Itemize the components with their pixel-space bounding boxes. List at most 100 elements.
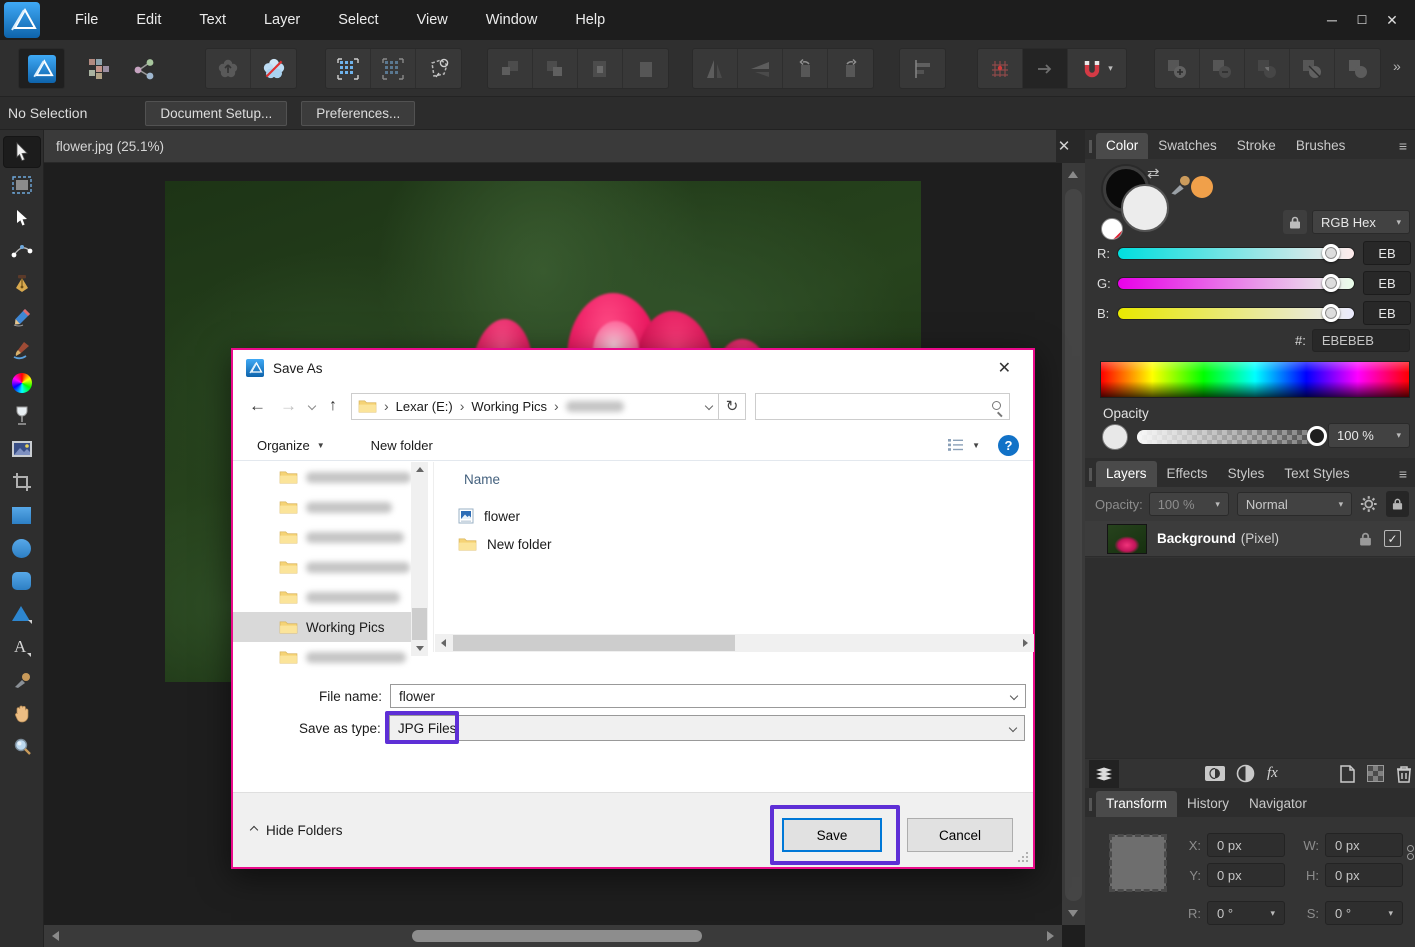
breadcrumb-dropdown-icon[interactable]: [705, 402, 713, 410]
recent-locations-icon[interactable]: [308, 402, 316, 410]
organize-button[interactable]: Organize▼: [257, 438, 325, 453]
gear-icon[interactable]: [1360, 495, 1378, 513]
boolean-subtract-icon-button[interactable]: [1200, 49, 1245, 88]
color-picker-tool[interactable]: [3, 664, 41, 696]
artboard-tool[interactable]: [3, 169, 41, 201]
folder-tree-item-blurred[interactable]: [233, 462, 411, 492]
layer-visibility-checkbox[interactable]: ✓: [1384, 530, 1401, 547]
place-image-tool[interactable]: [3, 433, 41, 465]
shape-tool[interactable]: [3, 598, 41, 630]
red-slider-knob[interactable]: [1322, 244, 1340, 262]
tab-navigator[interactable]: Navigator: [1239, 791, 1317, 817]
h-input[interactable]: 0 px: [1325, 863, 1403, 887]
no-color-swatch[interactable]: [1101, 218, 1123, 240]
hide-folders-button[interactable]: Hide Folders: [251, 823, 343, 838]
column-header-name[interactable]: Name: [464, 472, 500, 487]
point-tool[interactable]: [3, 235, 41, 267]
lock-layer-button[interactable]: [1386, 491, 1409, 517]
new-folder-button[interactable]: New folder: [371, 438, 433, 453]
tab-styles[interactable]: Styles: [1218, 461, 1275, 487]
tab-layers[interactable]: Layers: [1096, 461, 1157, 487]
folder-tree-item-blurred[interactable]: [233, 642, 411, 670]
transparency-tool[interactable]: [3, 400, 41, 432]
grid-dim-icon-button[interactable]: [371, 49, 416, 88]
menu-window[interactable]: Window: [467, 0, 557, 40]
help-icon[interactable]: ?: [998, 435, 1019, 456]
insert-behind-icon-button[interactable]: [488, 49, 533, 88]
tab-text-styles[interactable]: Text Styles: [1274, 461, 1359, 487]
tab-swatches[interactable]: Swatches: [1148, 133, 1227, 159]
y-input[interactable]: 0 px: [1207, 863, 1285, 887]
layer-lock-icon[interactable]: [1359, 532, 1372, 546]
color-spectrum[interactable]: [1100, 361, 1410, 398]
green-slider[interactable]: [1117, 277, 1355, 290]
pixel-persona-button[interactable]: [76, 48, 121, 89]
folder-tree-item-blurred[interactable]: [233, 552, 411, 582]
flower-slash-icon-button[interactable]: [251, 49, 296, 88]
link-dimensions-icon[interactable]: [1407, 845, 1414, 860]
dialog-close-icon[interactable]: ✕: [998, 358, 1011, 378]
pen-tool[interactable]: [3, 268, 41, 300]
vertical-scroll-thumb[interactable]: [1065, 189, 1082, 901]
folder-tree-item-blurred[interactable]: [233, 522, 411, 552]
scroll-down-icon[interactable]: [1068, 910, 1078, 917]
tree-scroll-thumb[interactable]: [412, 608, 427, 640]
fx-icon[interactable]: fx: [1267, 765, 1278, 782]
view-tool[interactable]: [3, 697, 41, 729]
rotation-select[interactable]: 0 °▾: [1207, 901, 1285, 925]
hex-input[interactable]: EBEBEB: [1312, 329, 1410, 352]
panel-drag-handle[interactable]: [1089, 468, 1092, 481]
tab-stroke[interactable]: Stroke: [1227, 133, 1286, 159]
designer-persona-button[interactable]: [19, 49, 64, 88]
export-persona-button[interactable]: [121, 48, 166, 89]
text-tool[interactable]: A: [3, 631, 41, 663]
blue-value[interactable]: EB: [1363, 301, 1411, 325]
boolean-intersect-icon-button[interactable]: [1245, 49, 1290, 88]
tab-brushes[interactable]: Brushes: [1286, 133, 1356, 159]
folder-tree-scrollbar[interactable]: [411, 462, 428, 656]
panel-drag-handle[interactable]: [1089, 798, 1092, 811]
fill-tool[interactable]: [3, 367, 41, 399]
menu-edit[interactable]: Edit: [117, 0, 180, 40]
adjustment-icon[interactable]: [1236, 764, 1255, 783]
snapping-magnet-button[interactable]: ▾: [1068, 49, 1126, 88]
tab-color[interactable]: Color: [1096, 133, 1148, 159]
search-box[interactable]: [755, 393, 1010, 420]
minimize-button[interactable]: ─: [1317, 5, 1347, 35]
grid-lasso-icon-button[interactable]: [416, 49, 461, 88]
panel-drag-handle[interactable]: [1089, 140, 1092, 153]
breadcrumb-item-drive[interactable]: Lexar (E:): [396, 399, 453, 414]
forward-icon[interactable]: →: [280, 396, 297, 416]
blend-mode-select[interactable]: Normal▾: [1237, 492, 1352, 516]
folder-tree-item-blurred[interactable]: [233, 492, 411, 522]
flip-vertical-icon-button[interactable]: [738, 49, 783, 88]
document-tab[interactable]: flower.jpg (25.1%): [44, 130, 1056, 162]
horizontal-scroll-thumb[interactable]: [412, 930, 702, 942]
menu-text[interactable]: Text: [180, 0, 245, 40]
snap-grid-icon-button[interactable]: [978, 49, 1023, 88]
cancel-button[interactable]: Cancel: [907, 818, 1013, 852]
boolean-combine-icon-button[interactable]: [1335, 49, 1380, 88]
opacity-swatch[interactable]: [1102, 424, 1128, 450]
menu-help[interactable]: Help: [556, 0, 624, 40]
grid-blue-icon-button[interactable]: [326, 49, 371, 88]
document-setup-button[interactable]: Document Setup...: [145, 101, 287, 126]
preferences-button[interactable]: Preferences...: [301, 101, 415, 126]
maximize-button[interactable]: ☐: [1347, 5, 1377, 35]
tab-transform[interactable]: Transform: [1096, 791, 1177, 817]
scroll-up-icon[interactable]: [416, 467, 424, 472]
eyedropper-icon[interactable]: [1169, 174, 1191, 199]
menu-layer[interactable]: Layer: [245, 0, 319, 40]
crop-tool[interactable]: [3, 466, 41, 498]
red-value[interactable]: EB: [1363, 241, 1411, 265]
file-item-flower[interactable]: flower: [458, 504, 520, 528]
menu-select[interactable]: Select: [319, 0, 397, 40]
swap-colors-icon[interactable]: ⇄: [1147, 164, 1160, 182]
alignment-icon-button[interactable]: [900, 49, 945, 88]
chevron-down-icon[interactable]: ▼: [972, 441, 980, 450]
green-slider-knob[interactable]: [1322, 274, 1340, 292]
up-icon[interactable]: ↑: [329, 397, 337, 415]
blue-slider[interactable]: [1117, 307, 1355, 320]
blue-slider-knob[interactable]: [1322, 304, 1340, 322]
flip-horizontal-icon-button[interactable]: [693, 49, 738, 88]
